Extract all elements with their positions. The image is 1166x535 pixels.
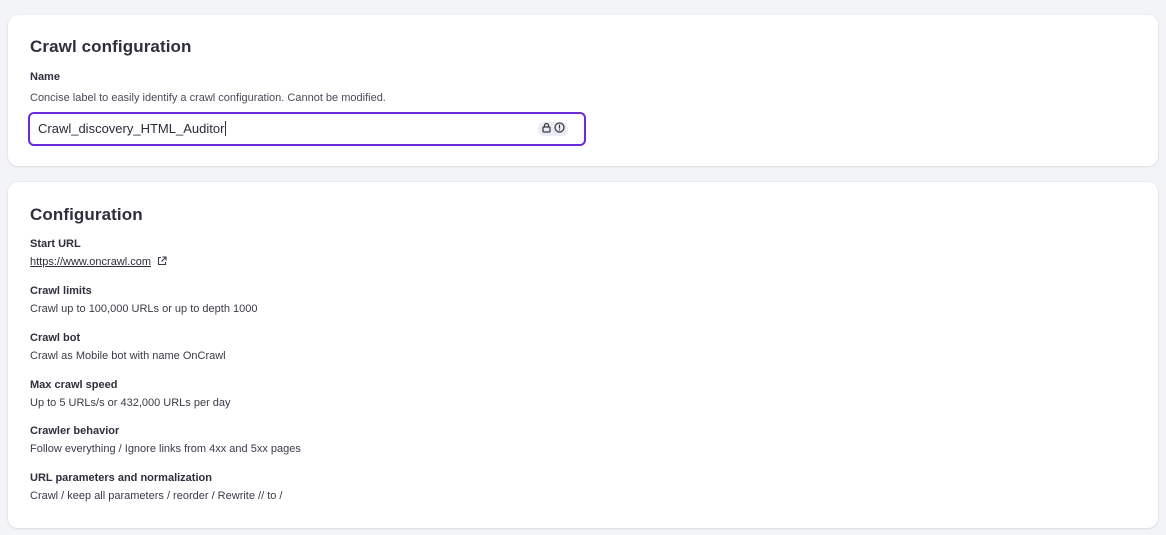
configuration-card: Configuration Start URL https://www.oncr… (8, 182, 1158, 528)
config-item-label: URL parameters and normalization (30, 472, 212, 484)
name-input-value: Crawl_discovery_HTML_Auditor (38, 121, 227, 136)
input-addon-icons (538, 122, 568, 136)
config-item-value: https://www.oncrawl.com (30, 255, 167, 270)
config-item-crawl-limits: Crawl limits Crawl up to 100,000 URLs or… (30, 284, 257, 316)
config-item-start-url: Start URL https://www.oncrawl.com (30, 237, 167, 270)
config-item-label: Crawl limits (30, 285, 92, 297)
configuration-title: Configuration (30, 205, 143, 224)
info-icon[interactable] (554, 120, 565, 138)
text-caret (225, 121, 227, 136)
config-item-value: Up to 5 URLs/s or 432,000 URLs per day (30, 397, 231, 409)
start-url-link[interactable]: https://www.oncrawl.com (30, 256, 151, 268)
config-item-label: Start URL (30, 238, 81, 250)
name-help-text: Concise label to easily identify a crawl… (30, 92, 386, 104)
name-input[interactable]: Crawl_discovery_HTML_Auditor (28, 112, 586, 146)
crawl-configuration-card: Crawl configuration Name Concise label t… (8, 15, 1158, 166)
lock-icon (541, 120, 552, 138)
config-item-value: Crawl / keep all parameters / reorder / … (30, 490, 283, 502)
config-item-url-parameters: URL parameters and normalization Crawl /… (30, 471, 282, 503)
config-item-label: Max crawl speed (30, 379, 118, 391)
config-item-crawl-bot: Crawl bot Crawl as Mobile bot with name … (30, 331, 226, 363)
config-item-max-crawl-speed: Max crawl speed Up to 5 URLs/s or 432,00… (30, 378, 231, 410)
config-item-crawler-behavior: Crawler behavior Follow everything / Ign… (30, 424, 301, 456)
external-link-icon[interactable] (157, 256, 167, 270)
config-item-label: Crawler behavior (30, 425, 120, 437)
name-label: Name (30, 71, 60, 83)
config-item-value: Crawl as Mobile bot with name OnCrawl (30, 350, 226, 362)
config-item-value: Follow everything / Ignore links from 4x… (30, 443, 301, 455)
crawl-configuration-title: Crawl configuration (30, 37, 192, 56)
config-item-value: Crawl up to 100,000 URLs or up to depth … (30, 303, 258, 315)
config-item-label: Crawl bot (30, 332, 81, 344)
